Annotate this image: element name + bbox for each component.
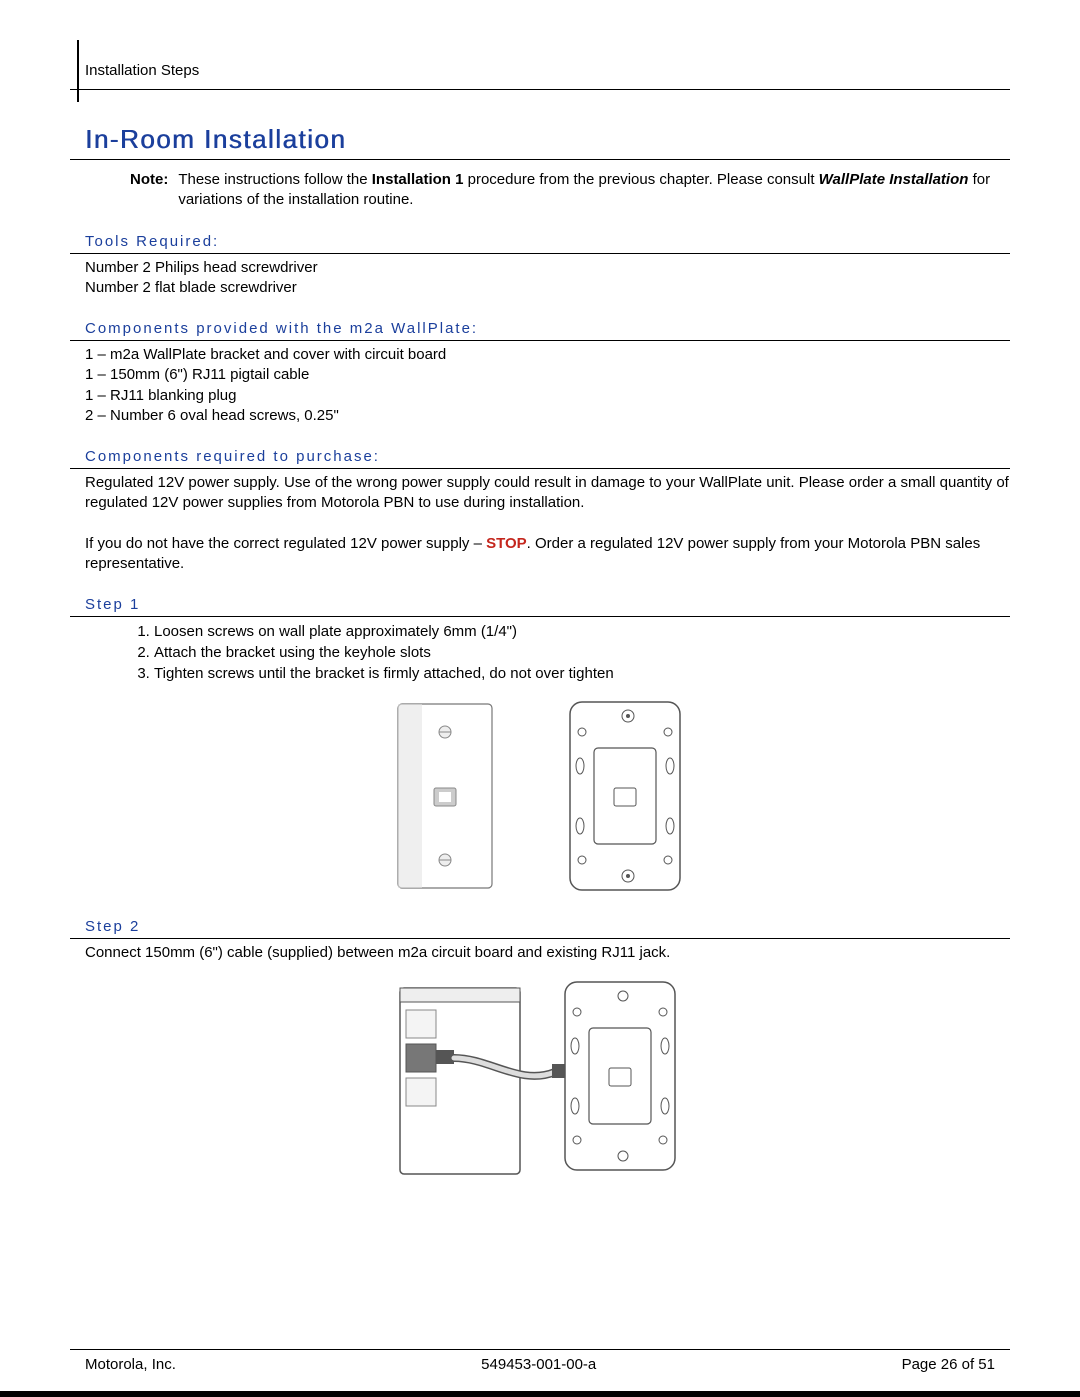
- body-line: 2 – Number 6 oval head screws, 0.25": [85, 406, 1010, 426]
- section-rule: [70, 253, 1010, 254]
- body-line: 1 – m2a WallPlate bracket and cover with…: [85, 345, 1010, 365]
- step1-list: Loosen screws on wall plate approximatel…: [130, 621, 1010, 684]
- header-vertical-rule: [77, 40, 79, 102]
- cable-connection-icon: [380, 976, 700, 1186]
- note-body: These instructions follow the Installati…: [178, 170, 1010, 211]
- body-line: 1 – RJ11 blanking plug: [85, 386, 1010, 406]
- section-heading-provided: Components provided with the m2a WallPla…: [85, 320, 1010, 337]
- page-footer: Motorola, Inc. 549453-001-00-a Page 26 o…: [70, 1349, 1010, 1373]
- step2-body: Connect 150mm (6") cable (supplied) betw…: [85, 943, 1010, 963]
- header-rule: [70, 89, 1010, 90]
- note-bold-italic: WallPlate Installation: [819, 171, 969, 188]
- body-line: Number 2 Philips head screwdriver: [85, 258, 1010, 278]
- figure-row-step2: [70, 976, 1010, 1186]
- note-label: Note:: [130, 170, 168, 211]
- section-rule: [70, 938, 1010, 939]
- note-bold: Installation 1: [372, 171, 464, 188]
- list-item: Tighten screws until the bracket is firm…: [154, 663, 1010, 684]
- stop-warning: STOP: [486, 535, 527, 552]
- body-paragraph: Regulated 12V power supply. Use of the w…: [85, 473, 1010, 514]
- section-heading-tools: Tools Required:: [85, 233, 1010, 250]
- list-item: Loosen screws on wall plate approximatel…: [154, 621, 1010, 642]
- figure-row-step1: [70, 696, 1010, 896]
- note-text: These instructions follow the: [178, 171, 371, 188]
- body-paragraph: If you do not have the correct regulated…: [85, 534, 1010, 575]
- body-line: Number 2 flat blade screwdriver: [85, 278, 1010, 298]
- list-item: Attach the bracket using the keyhole slo…: [154, 642, 1010, 663]
- note-block: Note: These instructions follow the Inst…: [130, 170, 1010, 211]
- section-heading-step2: Step 2: [85, 918, 1010, 935]
- page-title: In-Room Installation: [85, 124, 1010, 155]
- title-rule: [70, 159, 1010, 160]
- section-rule: [70, 616, 1010, 617]
- purchase-body: Regulated 12V power supply. Use of the w…: [85, 473, 1010, 574]
- section-rule: [70, 340, 1010, 341]
- tools-body: Number 2 Philips head screwdriver Number…: [85, 258, 1010, 299]
- footer-pagenumber: Page 26 of 51: [902, 1356, 995, 1373]
- footer-docnumber: 549453-001-00-a: [481, 1356, 596, 1373]
- footer-rule: [70, 1349, 1010, 1350]
- footer-company: Motorola, Inc.: [85, 1356, 176, 1373]
- section-heading-step1: Step 1: [85, 596, 1010, 613]
- body-text: If you do not have the correct regulated…: [85, 535, 486, 552]
- note-text: procedure from the previous chapter. Ple…: [463, 171, 818, 188]
- wallplate-front-icon: [390, 696, 500, 896]
- breadcrumb: Installation Steps: [85, 40, 1010, 89]
- body-line: 1 – 150mm (6") RJ11 pigtail cable: [85, 365, 1010, 385]
- section-rule: [70, 468, 1010, 469]
- section-heading-purchase: Components required to purchase:: [85, 448, 1010, 465]
- provided-body: 1 – m2a WallPlate bracket and cover with…: [85, 345, 1010, 426]
- wallplate-bracket-icon: [560, 696, 690, 896]
